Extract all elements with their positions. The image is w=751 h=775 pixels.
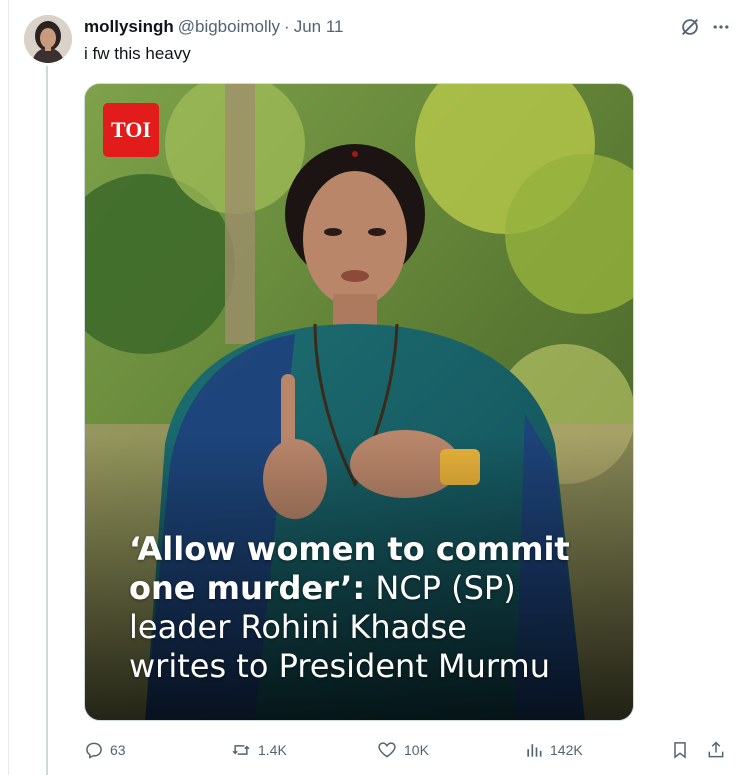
share-button[interactable]	[706, 735, 726, 765]
bookmark-icon	[674, 742, 686, 759]
more-icon[interactable]	[711, 17, 731, 37]
display-name[interactable]: mollysingh	[84, 17, 174, 37]
post-text: i fw this heavy	[84, 44, 191, 63]
timeline-border	[8, 0, 9, 775]
reply-icon	[86, 742, 102, 759]
toi-logo: TOI	[103, 103, 159, 157]
caption-line-2: one murder’: NCP (SP)	[129, 569, 629, 608]
bookmark-button[interactable]	[670, 735, 690, 765]
tweet-article[interactable]: mollysingh @bigboimolly · Jun 11 i fw th…	[0, 0, 751, 775]
post-header: mollysingh @bigboimolly · Jun 11	[84, 16, 344, 38]
thread-connector	[46, 66, 48, 775]
avatar[interactable]	[24, 15, 72, 63]
media-caption: ‘Allow women to commit one murder’: NCP …	[129, 530, 629, 686]
views-icon	[527, 744, 542, 757]
caption-line-4: writes to President Murmu	[129, 647, 550, 685]
like-count: 10K	[404, 742, 429, 758]
views-button[interactable]: 142K	[524, 735, 583, 765]
post-media[interactable]: TOI ‘Allow women to commit one murder’: …	[84, 83, 634, 721]
repost-icon	[232, 745, 250, 755]
caption-line-3: leader Rohini Khadse	[129, 608, 467, 646]
separator-dot: ·	[284, 17, 290, 36]
avatar-image	[24, 15, 72, 63]
grok-icon[interactable]	[679, 16, 701, 38]
reply-count: 63	[110, 742, 126, 758]
like-button[interactable]: 10K	[376, 735, 429, 765]
caption-line-1: ‘Allow women to commit	[129, 530, 570, 568]
repost-button[interactable]: 1.4K	[230, 735, 287, 765]
post-date[interactable]: Jun 11	[294, 17, 344, 37]
header-actions	[679, 14, 731, 40]
repost-count: 1.4K	[258, 742, 287, 758]
caption-line-2-bold: one murder’:	[129, 569, 366, 607]
reply-button[interactable]: 63	[84, 735, 126, 765]
action-bar: 63 1.4K 10K 142K	[84, 735, 734, 765]
share-icon	[708, 741, 724, 758]
views-count: 142K	[550, 742, 583, 758]
caption-line-2-rest: NCP (SP)	[365, 569, 516, 607]
user-handle[interactable]: @bigboimolly	[178, 17, 280, 37]
heart-icon	[378, 742, 396, 758]
